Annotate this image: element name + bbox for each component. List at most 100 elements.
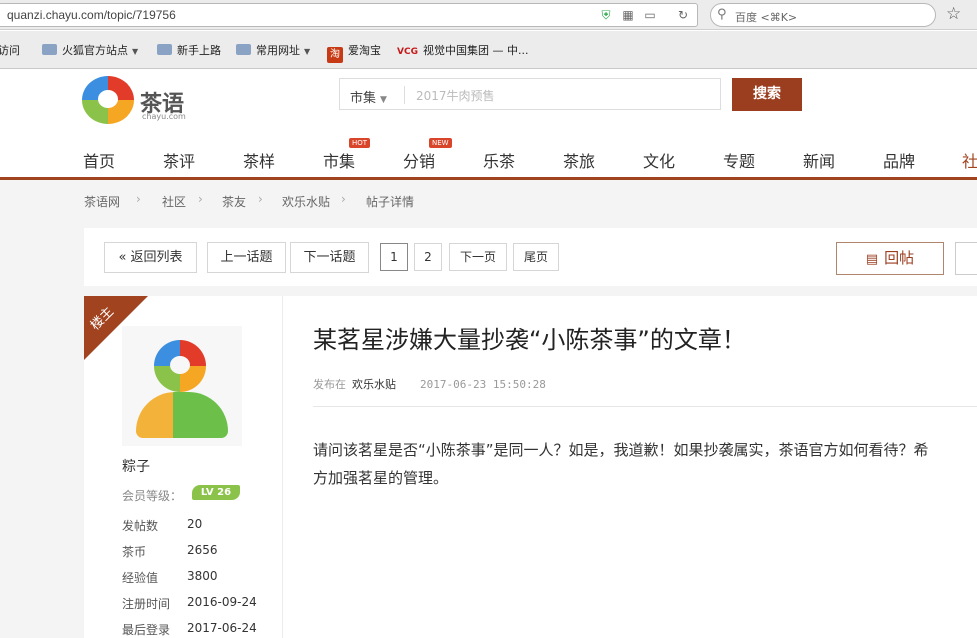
- post-body: 请问该茗星是否“小陈茶事”是同一人？如是，我道歉！如果抄袭属实，茶语官方如何看待…: [313, 436, 977, 492]
- qr-code-icon[interactable]: ▦: [621, 8, 635, 22]
- nav-item-tea-travel[interactable]: 茶旅: [563, 148, 595, 172]
- vcg-icon: VCG: [397, 47, 418, 57]
- post-divider: [313, 406, 977, 407]
- chevron-down-icon: ▼: [132, 47, 139, 56]
- avatar-body-icon: [136, 392, 228, 438]
- chevron-down-icon: ▼: [304, 47, 311, 56]
- address-text: quanzi.chayu.com/topic/719756: [7, 8, 176, 22]
- browser-search-placeholder: 百度 <⌘K>: [735, 11, 798, 24]
- taobao-icon: 淘: [327, 47, 343, 63]
- folder-icon: [157, 44, 172, 55]
- logo-domain: chayu.com: [142, 112, 186, 121]
- stat-label: 注册时间: [122, 597, 171, 611]
- nav-item-news[interactable]: 新闻: [803, 148, 835, 172]
- site-logo[interactable]: 茶语 chayu.com: [82, 76, 192, 126]
- bookmark-folder-common[interactable]: 常用网址 ▼: [236, 42, 310, 58]
- avatar[interactable]: [122, 326, 242, 446]
- nav-item-reviews[interactable]: 茶评: [163, 148, 195, 172]
- nav-item-culture[interactable]: 文化: [643, 148, 675, 172]
- breadcrumb-home[interactable]: 茶语网: [84, 193, 120, 210]
- bookmark-item[interactable]: 访问: [0, 42, 20, 58]
- next-topic-button[interactable]: 下一话题: [290, 242, 369, 273]
- posted-in-label: 发布在: [313, 378, 346, 391]
- reply-button[interactable]: ▤ 回帖: [836, 242, 944, 275]
- post-card: 楼主 粽子 会员等级： LV 26 发帖数 20 茶币 2656 经验值 380…: [84, 296, 977, 638]
- nav-item-community[interactable]: 社: [962, 148, 977, 172]
- stat-value: 2016-09-24: [187, 595, 257, 609]
- browser-search-box[interactable]: ⚲ 百度 <⌘K>: [710, 3, 936, 27]
- author-panel: 楼主 粽子 会员等级： LV 26 发帖数 20 茶币 2656 经验值 380…: [84, 296, 283, 638]
- stat-value: 2017-06-24: [187, 621, 257, 635]
- nav-item-brands[interactable]: 品牌: [883, 148, 915, 172]
- reload-icon[interactable]: ↻: [676, 8, 690, 22]
- breadcrumb-board[interactable]: 欢乐水贴: [282, 193, 330, 210]
- logo-mark-icon: [82, 76, 134, 124]
- stat-label: 发帖数: [122, 519, 159, 533]
- site-search-box[interactable]: 市集 ▼ 2017牛肉预售: [339, 78, 721, 110]
- page-content: 茶语 chayu.com 市集 ▼ 2017牛肉预售 搜索 首页 茶评 茶样 市集…: [0, 70, 977, 638]
- page-1-button[interactable]: 1: [380, 243, 408, 271]
- breadcrumb-separator: ›: [258, 192, 263, 206]
- nav-item-letea[interactable]: 乐茶: [483, 148, 515, 172]
- breadcrumb-separator: ›: [341, 192, 346, 206]
- breadcrumb: 茶语网 › 社区 › 茶友 › 欢乐水贴 › 帖子详情: [0, 183, 977, 219]
- post-title: 某茗星涉嫌大量抄袭“小陈茶事”的文章！: [313, 326, 746, 354]
- bookmarks-bar: 访问 火狐官方站点 ▼ 新手上路 常用网址 ▼ 淘爱淘宝 VCG 视觉中国集团 — 中…: [0, 31, 977, 69]
- bookmark-star-icon[interactable]: ☆: [946, 4, 961, 24]
- nav-item-samples[interactable]: 茶样: [243, 148, 275, 172]
- page-2-button[interactable]: 2: [414, 243, 442, 271]
- site-header: 茶语 chayu.com 市集 ▼ 2017牛肉预售 搜索 首页 茶评 茶样 市集…: [0, 70, 977, 180]
- nav-item-market[interactable]: 市集 HOT: [323, 138, 371, 172]
- breadcrumb-tea-friends[interactable]: 茶友: [222, 193, 246, 210]
- post-timestamp: 2017-06-23 15:50:28: [420, 378, 546, 391]
- folder-icon: [236, 44, 251, 55]
- post-toolbar: « 返回列表 上一话题 下一话题 1 2 下一页 尾页 ▤ 回帖: [84, 228, 977, 286]
- nav-item-distribution[interactable]: 分销 NEW: [403, 138, 452, 172]
- stat-label: 茶币: [122, 545, 147, 559]
- comment-icon: ▤: [865, 252, 879, 267]
- nav-item-topics[interactable]: 专题: [723, 148, 755, 172]
- search-divider: [404, 86, 405, 104]
- post-content: 某茗星涉嫌大量抄袭“小陈茶事”的文章！ 发布在 欢乐水贴 2017-06-23 15…: [283, 296, 977, 638]
- breadcrumb-separator: ›: [136, 192, 141, 206]
- shield-icon[interactable]: ⛨: [599, 8, 613, 22]
- board-link[interactable]: 欢乐水贴: [352, 378, 396, 391]
- author-name[interactable]: 粽子: [122, 456, 150, 476]
- owner-label: 楼主: [87, 304, 117, 334]
- search-button[interactable]: 搜索: [732, 78, 802, 111]
- hot-badge: HOT: [349, 138, 371, 148]
- breadcrumb-community[interactable]: 社区: [162, 193, 186, 210]
- browser-toolbar: quanzi.chayu.com/topic/719756 ⛨ ▦ ▭ ↻ ⚲ …: [0, 0, 977, 30]
- caret-down-icon: ▼: [380, 95, 387, 105]
- post-meta: 发布在 欢乐水贴 2017-06-23 15:50:28: [313, 376, 546, 392]
- level-badge: LV 26: [192, 485, 240, 500]
- double-chevron-left-icon: «: [118, 250, 127, 265]
- breadcrumb-current: 帖子详情: [366, 195, 415, 209]
- breadcrumb-separator: ›: [198, 192, 203, 206]
- previous-topic-button[interactable]: 上一话题: [207, 242, 286, 273]
- post-body-line: 请问该茗星是否“小陈茶事”是同一人？如是，我道歉！如果抄袭属实，茶语官方如何看待…: [313, 441, 929, 459]
- stat-value: 3800: [187, 569, 218, 583]
- stat-value: 20: [187, 517, 203, 531]
- secondary-action-button[interactable]: [955, 242, 977, 275]
- stat-value: 2656: [187, 543, 218, 557]
- main-nav: 首页 茶评 茶样 市集 HOT 分销 NEW 乐茶 茶旅 文化 专题 新闻 品牌 社: [0, 136, 977, 180]
- avatar-head-icon: [154, 340, 206, 392]
- bookmark-vcg[interactable]: VCG 视觉中国集团 — 中...: [397, 42, 528, 58]
- reader-view-icon[interactable]: ▭: [643, 8, 657, 22]
- search-input[interactable]: 2017牛肉预售: [416, 87, 495, 104]
- search-category-select[interactable]: 市集 ▼: [350, 87, 387, 106]
- level-label: 会员等级：: [122, 489, 183, 503]
- new-badge: NEW: [429, 138, 452, 148]
- bookmark-folder-firefox[interactable]: 火狐官方站点 ▼: [42, 42, 138, 58]
- address-bar[interactable]: quanzi.chayu.com/topic/719756 ⛨ ▦ ▭ ↻: [0, 3, 698, 27]
- bookmark-folder-newbie[interactable]: 新手上路: [157, 42, 221, 58]
- folder-icon: [42, 44, 57, 55]
- bookmark-taobao[interactable]: 淘爱淘宝: [327, 42, 381, 63]
- next-page-button[interactable]: 下一页: [449, 243, 507, 271]
- back-to-list-button[interactable]: « 返回列表: [104, 242, 197, 273]
- post-body-line: 方加强茗星的管理。: [313, 469, 449, 487]
- nav-item-home[interactable]: 首页: [83, 148, 115, 172]
- last-page-button[interactable]: 尾页: [513, 243, 559, 271]
- stat-label: 最后登录: [122, 623, 171, 637]
